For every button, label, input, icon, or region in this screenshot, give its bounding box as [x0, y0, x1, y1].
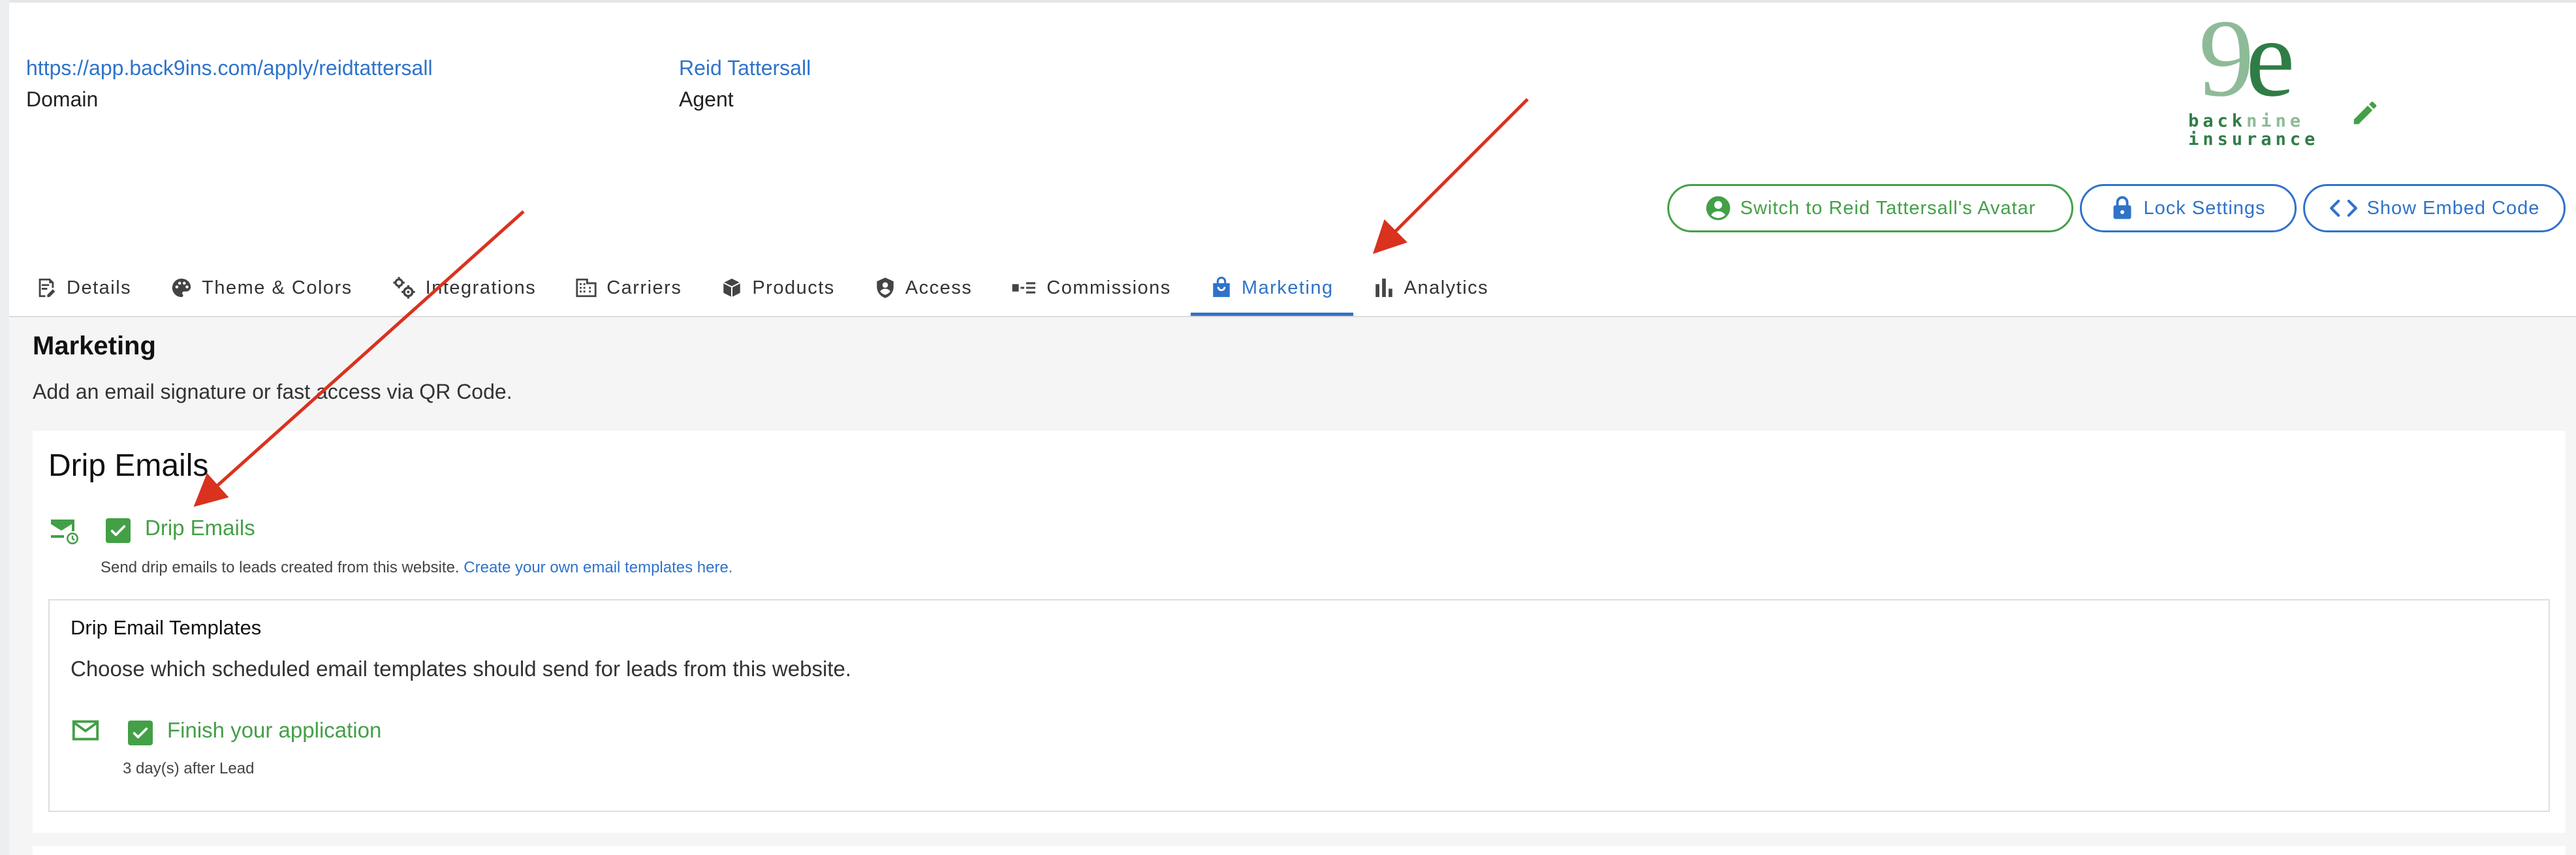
gears-icon [393, 277, 415, 299]
tab-analytics[interactable]: Analytics [1353, 260, 1509, 316]
agent-link[interactable]: Reid Tattersall [679, 52, 811, 84]
mail-clock-icon [51, 520, 78, 544]
drip-emails-checkbox[interactable] [106, 518, 131, 543]
domain-link[interactable]: https://app.back9ins.com/apply/reidtatte… [26, 52, 433, 84]
drip-templates-description: Choose which scheduled email templates s… [71, 657, 851, 681]
tab-marketing[interactable]: Marketing [1190, 260, 1353, 316]
tab-carriers[interactable]: Carriers [556, 260, 701, 316]
agent-block: Reid Tattersall Agent [679, 52, 811, 115]
finish-application-checkbox[interactable] [128, 721, 153, 745]
drip-emails-hint: Send drip emails to leads created from t… [101, 559, 732, 577]
switch-avatar-label: Switch to Reid Tattersall's Avatar [1740, 197, 2036, 219]
tab-access[interactable]: Access [855, 260, 992, 316]
marketing-description: Add an email signature or fast access vi… [33, 380, 512, 403]
next-card-edge [33, 846, 2566, 855]
agent-label: Agent [679, 87, 734, 111]
drip-emails-hint-text: Send drip emails to leads created from t… [101, 559, 460, 576]
tab-commissions[interactable]: Commissions [992, 260, 1191, 316]
tab-commissions-label: Commissions [1046, 277, 1171, 298]
tab-analytics-label: Analytics [1404, 277, 1489, 298]
checkmark-icon [110, 525, 126, 536]
tab-details-label: Details [67, 277, 132, 298]
cube-icon [723, 278, 741, 298]
lock-icon [2113, 196, 2131, 219]
shield-user-icon [877, 277, 894, 298]
show-embed-code-label: Show Embed Code [2366, 197, 2540, 219]
edit-document-icon [39, 278, 55, 298]
drip-emails-checkbox-label[interactable]: Drip Emails [145, 516, 255, 540]
building-icon [576, 278, 597, 298]
checkmark-icon [133, 727, 148, 739]
commission-icon [1012, 282, 1036, 294]
tab-products[interactable]: Products [701, 260, 854, 316]
mail-outline-icon [72, 720, 99, 741]
logo-text-top: backnine [2188, 111, 2305, 131]
tab-marketing-label: Marketing [1241, 277, 1334, 298]
tab-products-label: Products [752, 277, 835, 298]
settings-tabs: Details Theme & Colors Integrations Carr… [26, 260, 1508, 316]
tab-integrations[interactable]: Integrations [372, 260, 556, 316]
marketing-title: Marketing [33, 332, 156, 360]
top-border [0, 0, 2576, 3]
domain-label: Domain [26, 87, 99, 111]
drip-templates-title: Drip Email Templates [71, 616, 262, 639]
tab-theme-colors-label: Theme & Colors [202, 277, 353, 298]
tab-theme-colors[interactable]: Theme & Colors [151, 260, 372, 316]
lock-settings-label: Lock Settings [2143, 197, 2266, 219]
domain-block: https://app.back9ins.com/apply/reidtatte… [26, 52, 433, 115]
show-embed-code-button[interactable]: Show Embed Code [2303, 184, 2566, 232]
lock-settings-button[interactable]: Lock Settings [2080, 184, 2297, 232]
bar-chart-icon [1375, 278, 1392, 298]
drip-templates-panel [48, 599, 2550, 812]
logo-text-bottom: insurance [2188, 129, 2319, 149]
shopping-bag-icon [1213, 277, 1230, 298]
tab-details[interactable]: Details [26, 260, 151, 316]
finish-application-schedule: 3 day(s) after Lead [123, 760, 255, 777]
pencil-icon[interactable] [2350, 98, 2380, 128]
tab-access-label: Access [905, 277, 973, 298]
finish-application-label[interactable]: Finish your application [167, 718, 381, 743]
tab-integrations-label: Integrations [425, 277, 537, 298]
svg-text:e: e [2246, 12, 2295, 119]
switch-avatar-button[interactable]: Switch to Reid Tattersall's Avatar [1667, 184, 2073, 232]
account-circle-icon [1706, 196, 1730, 221]
palette-icon [172, 278, 191, 298]
code-brackets-icon [2329, 199, 2357, 217]
create-templates-link[interactable]: Create your own email templates here. [463, 559, 732, 576]
arrow-to-marketing-tab [1372, 98, 1529, 255]
drip-emails-card-title: Drip Emails [48, 448, 209, 483]
tab-carriers-label: Carriers [606, 277, 682, 298]
left-edge-strip [0, 0, 9, 855]
